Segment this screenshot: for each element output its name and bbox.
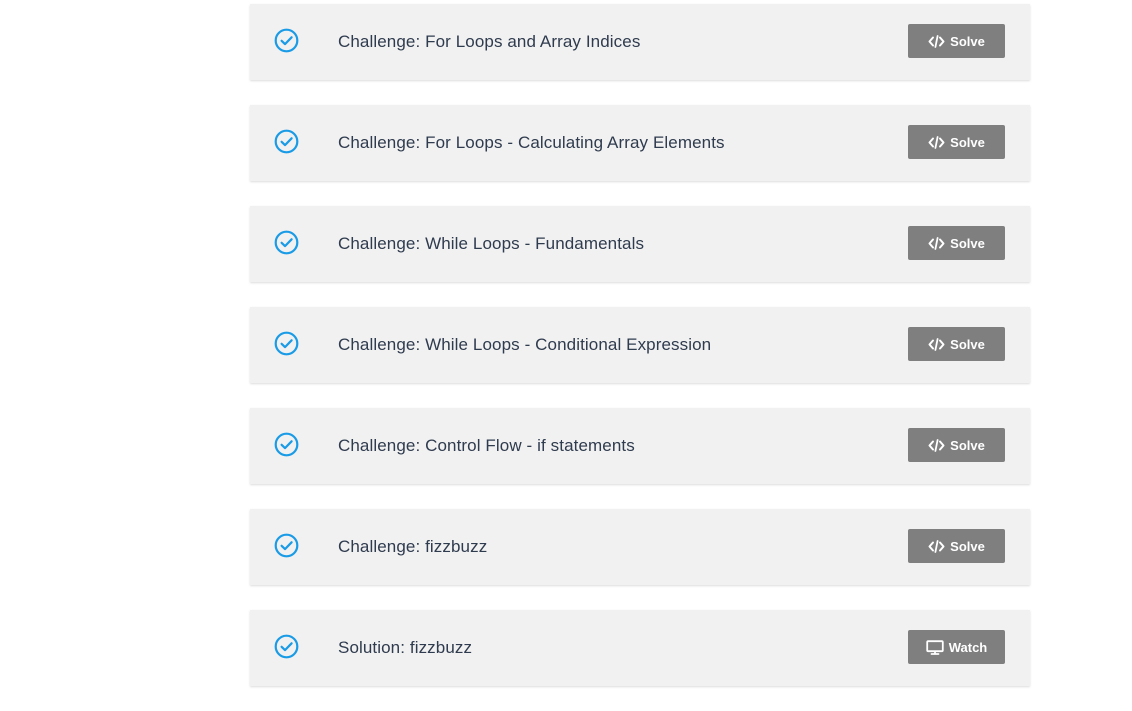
completed-check-icon [274,28,299,53]
code-icon [928,438,945,452]
solve-button[interactable]: Solve [908,24,1005,58]
solve-button-label: Solve [950,538,985,554]
completed-check-icon [274,634,299,659]
solve-button-label: Solve [950,134,985,150]
lesson-row[interactable]: Challenge: Control Flow - if statements … [250,408,1030,484]
lesson-row[interactable]: Challenge: While Loops - Fundamentals So… [250,206,1030,282]
completed-check-icon [274,331,299,356]
code-icon [928,539,945,553]
lesson-title[interactable]: Challenge: For Loops and Array Indices [338,4,640,80]
completed-check-icon [274,129,299,154]
lesson-row[interactable]: Challenge: fizzbuzz Solve [250,509,1030,585]
solve-button[interactable]: Solve [908,125,1005,159]
watch-button[interactable]: Watch [908,630,1005,664]
solve-button-label: Solve [950,437,985,453]
lesson-row[interactable]: Challenge: For Loops - Calculating Array… [250,105,1030,181]
watch-button-label: Watch [948,639,988,655]
lesson-title[interactable]: Challenge: Control Flow - if statements [338,408,635,484]
solve-button-label: Solve [950,33,985,49]
lesson-title[interactable]: Solution: fizzbuzz [338,610,472,686]
completed-check-icon [274,533,299,558]
code-icon [928,135,945,149]
lesson-title[interactable]: Challenge: While Loops - Conditional Exp… [338,307,711,383]
code-icon [928,34,945,48]
lesson-list: Challenge: For Loops and Array Indices S… [250,4,1030,711]
solve-button-label: Solve [950,336,985,352]
lesson-title[interactable]: Challenge: While Loops - Fundamentals [338,206,644,282]
completed-check-icon [274,230,299,255]
code-icon [928,337,945,351]
completed-check-icon [274,432,299,457]
solve-button[interactable]: Solve [908,226,1005,260]
solve-button-label: Solve [950,235,985,251]
lesson-row[interactable]: Challenge: For Loops and Array Indices S… [250,4,1030,80]
monitor-icon [926,639,944,655]
lesson-row[interactable]: Challenge: While Loops - Conditional Exp… [250,307,1030,383]
solve-button[interactable]: Solve [908,428,1005,462]
solve-button[interactable]: Solve [908,529,1005,563]
lesson-title[interactable]: Challenge: For Loops - Calculating Array… [338,105,725,181]
code-icon [928,236,945,250]
solve-button[interactable]: Solve [908,327,1005,361]
lesson-title[interactable]: Challenge: fizzbuzz [338,509,487,585]
lesson-row[interactable]: Solution: fizzbuzz Watch [250,610,1030,686]
